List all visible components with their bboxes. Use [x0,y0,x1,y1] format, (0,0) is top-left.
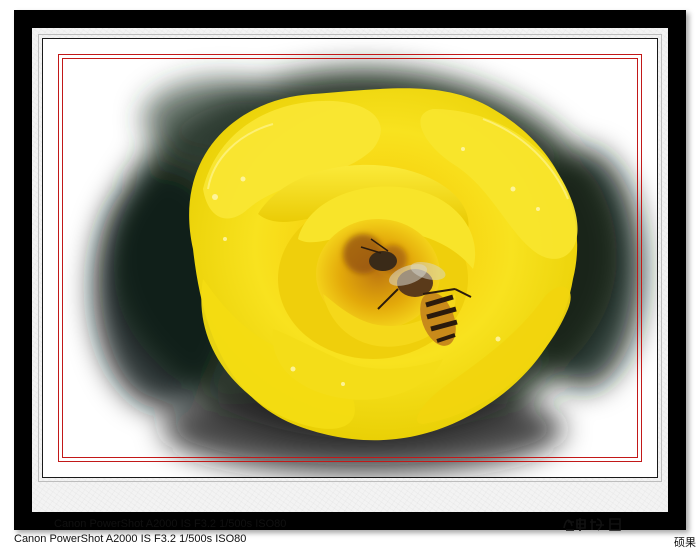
watermark-text: 硕果 [674,537,696,549]
photo-area [42,38,658,478]
photo-mat: Canon PowerShot A2000 IS F3.2 1/500s ISO… [32,28,668,531]
exif-caption-footer: Canon PowerShot A2000 IS F3.2 1/500s ISO… [14,533,247,545]
exif-caption-in-frame: Canon PowerShot A2000 IS F3.2 1/500s ISO… [54,518,287,530]
page: Canon PowerShot A2000 IS F3.2 1/500s ISO… [0,0,700,550]
rose-photo [93,69,643,474]
photo-frame: Canon PowerShot A2000 IS F3.2 1/500s ISO… [14,10,686,531]
signature-stamp [563,518,621,531]
